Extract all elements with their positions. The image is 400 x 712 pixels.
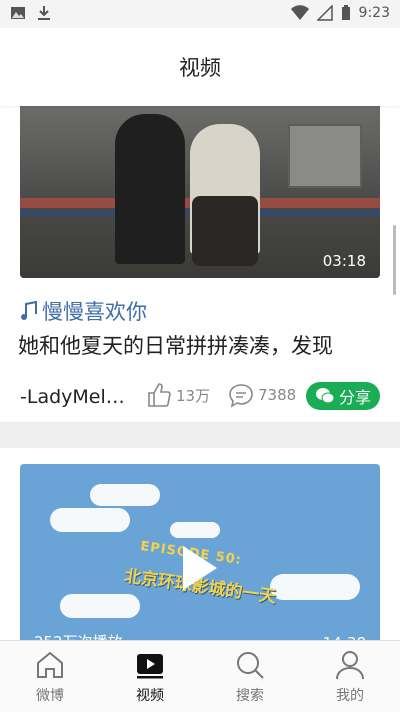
cloud-decoration xyxy=(90,484,160,506)
image-notification-icon xyxy=(11,7,25,19)
page-header: 视频 xyxy=(0,28,400,106)
video-duration: 03:18 xyxy=(322,252,366,270)
scrollbar[interactable] xyxy=(393,225,396,295)
video-thumbnail[interactable]: EPISODE 50: 北京环球影城的一天 252万次播放 14:38 xyxy=(20,464,380,648)
share-label: 分享 xyxy=(338,388,371,407)
cloud-decoration xyxy=(270,574,360,600)
page-title: 视频 xyxy=(179,56,221,80)
video-description[interactable]: 她和他夏天的日常拼拼凑凑，发现 xyxy=(18,330,380,360)
like-count: 13万 xyxy=(176,386,211,405)
battery-icon xyxy=(341,5,350,20)
tab-search[interactable]: 搜索 xyxy=(200,641,300,712)
like-button[interactable]: 13万 xyxy=(146,382,210,408)
music-title: 慢慢喜欢你 xyxy=(42,300,147,324)
music-tag[interactable]: 慢慢喜欢你 xyxy=(20,296,147,326)
person-skirt xyxy=(192,196,258,266)
train-window xyxy=(288,124,362,188)
video-card[interactable]: EPISODE 50: 北京环球影城的一天 252万次播放 14:38 xyxy=(0,448,400,648)
tab-video[interactable]: 视频 xyxy=(100,641,200,712)
comment-icon xyxy=(229,384,253,408)
cloud-decoration xyxy=(60,594,140,618)
weibo-home-icon xyxy=(37,651,63,678)
share-button[interactable]: 分享 xyxy=(306,382,380,410)
music-note-icon xyxy=(21,301,37,320)
video-card[interactable]: 03:18 慢慢喜欢你 她和他夏天的日常拼拼凑凑，发现 -LadyMel… 13… xyxy=(0,106,400,422)
comment-button[interactable]: 7388 xyxy=(228,382,296,408)
comment-count: 7388 xyxy=(258,386,297,404)
status-left-icons xyxy=(10,5,52,21)
tab-label: 微博 xyxy=(36,687,64,704)
video-thumbnail[interactable]: 03:18 xyxy=(20,106,380,278)
wechat-icon xyxy=(315,388,335,404)
bottom-tab-bar: 微博 视频 搜索 我的 xyxy=(0,640,400,712)
tab-weibo[interactable]: 微博 xyxy=(0,641,100,712)
cloud-decoration xyxy=(170,522,220,538)
tab-label: 视频 xyxy=(136,687,164,704)
signal-icon xyxy=(316,5,333,21)
status-right-icons: 9:23 xyxy=(290,5,390,21)
video-meta-row: -LadyMel… 13万 7388 分享 xyxy=(0,376,400,416)
download-icon xyxy=(38,6,50,20)
video-play-icon xyxy=(137,653,163,678)
person-figure xyxy=(115,114,185,264)
tab-label: 搜索 xyxy=(236,687,264,704)
thumbs-up-icon xyxy=(148,383,171,407)
tab-profile[interactable]: 我的 xyxy=(300,641,400,712)
search-icon xyxy=(237,651,264,679)
tab-label: 我的 xyxy=(336,687,364,704)
wifi-icon xyxy=(290,5,309,20)
status-bar: 9:23 xyxy=(0,0,400,28)
cloud-decoration xyxy=(50,508,130,532)
author-name[interactable]: -LadyMel… xyxy=(20,386,130,408)
status-time: 9:23 xyxy=(358,5,390,21)
play-icon[interactable] xyxy=(183,546,217,590)
profile-icon xyxy=(336,650,364,679)
